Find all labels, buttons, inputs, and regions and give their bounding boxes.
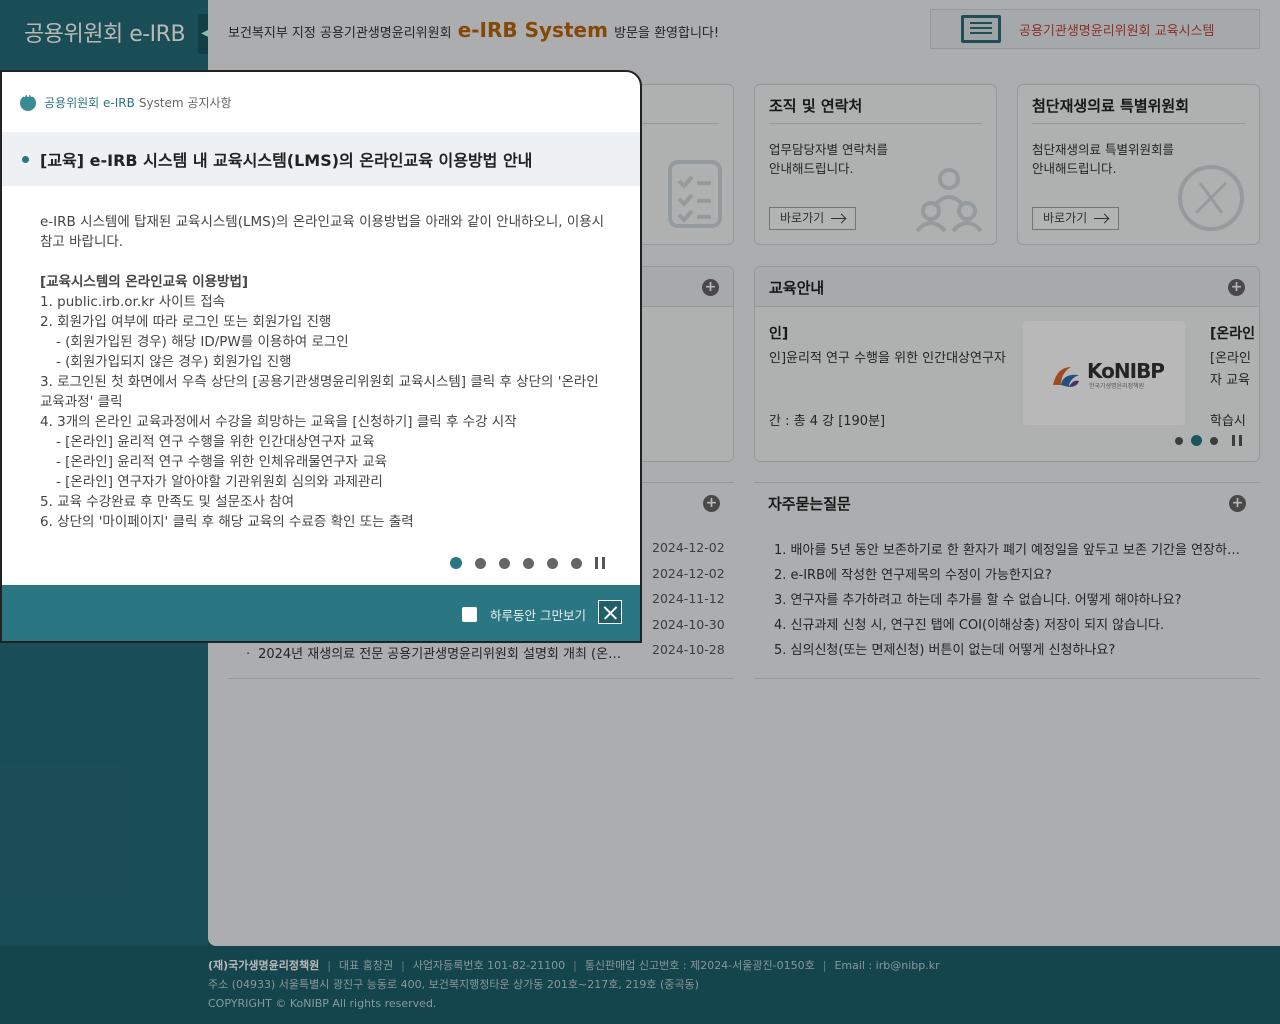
popup-header: 공용위원회 e-IRB System 공지사항 [20, 92, 232, 111]
pager-dot[interactable] [571, 557, 582, 569]
bullet-icon [22, 156, 29, 163]
notice-subline: - [온라인] 윤리적 연구 수행을 위한 인간대상연구자 교육 [56, 434, 375, 450]
notice-line: 3. 로그인된 첫 화면에서 우측 상단의 [공용기관생명윤리위원회 교육시스템… [40, 374, 599, 410]
notice-subline: - [온라인] 윤리적 연구 수행을 위한 인체유래물연구자 교육 [56, 454, 388, 470]
notice-title[interactable]: [교육] e-IRB 시스템 내 교육시스템(LMS)의 온라인교육 이용방법 … [40, 147, 532, 171]
notice-subline: - [온라인] 연구자가 알아야할 기관위원회 심의와 과제관리 [56, 474, 383, 490]
pager-dot[interactable] [475, 557, 486, 569]
pager-dot-active[interactable] [450, 557, 462, 569]
notice-title-bar: [교육] e-IRB 시스템 내 교육시스템(LMS)의 온라인교육 이용방법 … [2, 132, 640, 186]
notice-popup: 공용위원회 e-IRB System 공지사항 [교육] e-IRB 시스템 내… [0, 70, 642, 643]
dont-show-label[interactable]: 하루동안 그만보기 [490, 605, 586, 624]
popup-org: 공용위원회 e-IRB [44, 96, 135, 110]
pause-icon[interactable] [595, 557, 605, 569]
pager-dot[interactable] [499, 557, 510, 569]
notice-body: e-IRB 시스템에 탑재된 교육시스템(LMS)의 온라인교육 이용방법을 아… [40, 212, 606, 534]
popup-subtitle: System 공지사항 [138, 96, 232, 110]
notice-line: 6. 상단의 '마이페이지' 클릭 후 해당 교육의 수료증 확인 또는 출력 [40, 514, 414, 530]
notice-subline: - (회원가입되지 않은 경우) 회원가입 진행 [56, 354, 292, 370]
dont-show-checkbox[interactable] [462, 607, 477, 622]
notice-line: 1. public.irb.or.kr 사이트 접속 [40, 294, 226, 310]
popup-footer: 하루동안 그만보기 [2, 585, 640, 641]
pager-dot[interactable] [547, 557, 558, 569]
notice-subline: - (회원가입된 경우) 해당 ID/PW를 이용하여 로그인 [56, 334, 349, 350]
notice-line: 5. 교육 수강완료 후 만족도 및 설문조사 참여 [40, 494, 295, 510]
notice-intro: e-IRB 시스템에 탑재된 교육시스템(LMS)의 온라인교육 이용방법을 아… [40, 214, 605, 250]
notice-section-title: [교육시스템의 온라인교육 이용방법] [40, 274, 249, 290]
pager-dot[interactable] [523, 557, 534, 569]
notice-line: 4. 3개의 온라인 교육과정에서 수강을 희망하는 교육을 [신청하기] 클릭… [40, 414, 517, 430]
popup-pager [450, 557, 605, 569]
chat-bubble-icon [20, 92, 36, 111]
close-icon[interactable] [598, 600, 622, 624]
notice-line: 2. 회원가입 여부에 따라 로그인 또는 회원가입 진행 [40, 314, 332, 330]
